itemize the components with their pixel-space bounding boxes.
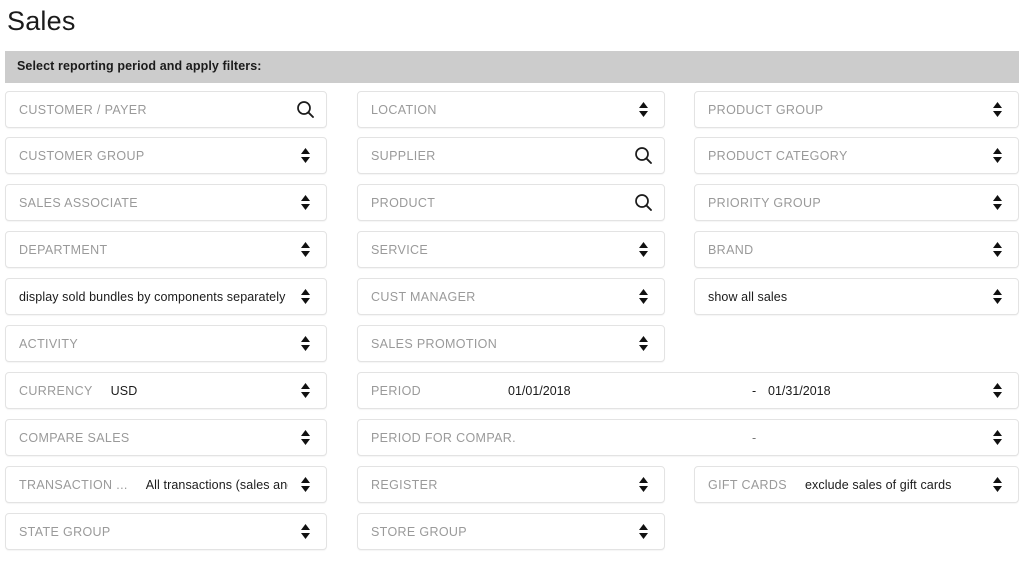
field-label: PRODUCT [371,195,436,210]
field-label: PERIOD FOR COMPAR. [371,430,516,445]
updown-spinner-icon[interactable] [626,240,660,259]
field-period-for-comparison[interactable]: PERIOD FOR COMPAR. - [357,419,1019,456]
field-label: ACTIVITY [19,336,79,351]
field-compare-sales[interactable]: COMPARE SALES [5,419,327,456]
field-priority-group[interactable]: PRIORITY GROUP [694,184,1019,221]
updown-spinner-icon[interactable] [980,240,1014,259]
field-value: exclude sales of gift cards [804,477,952,492]
field-brand[interactable]: BRAND [694,231,1019,268]
field-product-group[interactable]: PRODUCT GROUP [694,91,1019,128]
field-supplier[interactable]: SUPPLIER [357,137,665,174]
field-product[interactable]: PRODUCT [357,184,665,221]
field-label: CURRENCY [19,383,93,398]
updown-spinner-icon[interactable] [288,381,322,400]
updown-spinner-icon[interactable] [626,100,660,119]
field-label: DEPARTMENT [19,242,108,257]
field-label: BRAND [708,242,754,257]
updown-spinner-icon[interactable] [288,428,322,447]
field-label: TRANSACTION ... [19,477,128,492]
updown-spinner-icon[interactable] [980,428,1014,447]
updown-spinner-icon[interactable] [288,146,322,165]
field-value: display sold bundles by components separ… [19,289,286,304]
field-value: show all sales [708,289,788,304]
updown-spinner-icon[interactable] [626,522,660,541]
updown-spinner-icon[interactable] [980,146,1014,165]
updown-spinner-icon[interactable] [980,193,1014,212]
field-label: PRODUCT GROUP [708,102,824,117]
field-value: USD [110,383,138,398]
field-sales-scope[interactable]: show all sales [694,278,1019,315]
search-icon[interactable] [626,146,660,165]
field-bundle-display[interactable]: display sold bundles by components separ… [5,278,327,315]
field-label: PERIOD [371,383,422,398]
field-department[interactable]: DEPARTMENT [5,231,327,268]
field-store-group[interactable]: STORE GROUP [357,513,665,550]
updown-spinner-icon[interactable] [288,240,322,259]
field-service[interactable]: SERVICE [357,231,665,268]
field-label: CUSTOMER GROUP [19,148,145,163]
search-icon[interactable] [626,193,660,212]
field-label: STATE GROUP [19,524,111,539]
updown-spinner-icon[interactable] [288,193,322,212]
field-label: REGISTER [371,477,438,492]
field-label: SALES ASSOCIATE [19,195,138,210]
updown-spinner-icon[interactable] [980,381,1014,400]
field-label: LOCATION [371,102,437,117]
field-label: PRIORITY GROUP [708,195,822,210]
field-product-category[interactable]: PRODUCT CATEGORY [694,137,1019,174]
field-location[interactable]: LOCATION [357,91,665,128]
updown-spinner-icon[interactable] [288,475,322,494]
period-separator: - [752,383,757,398]
updown-spinner-icon[interactable] [626,334,660,353]
field-label: COMPARE SALES [19,430,130,445]
field-state-group[interactable]: STATE GROUP [5,513,327,550]
field-period[interactable]: PERIOD 01/01/2018 - 01/31/2018 [357,372,1019,409]
field-currency[interactable]: CURRENCY USD [5,372,327,409]
field-label: STORE GROUP [371,524,467,539]
filter-grid: CUSTOMER / PAYER CUSTOMER GROUP SALES AS… [0,91,1024,561]
field-label: CUST MANAGER [371,289,476,304]
page-title: Sales [7,6,76,36]
field-sales-associate[interactable]: SALES ASSOCIATE [5,184,327,221]
field-label: SERVICE [371,242,429,257]
field-sales-promotion[interactable]: SALES PROMOTION [357,325,665,362]
updown-spinner-icon[interactable] [980,475,1014,494]
field-activity[interactable]: ACTIVITY [5,325,327,362]
field-label: CUSTOMER / PAYER [19,102,147,117]
search-icon[interactable] [288,100,322,119]
field-label: SALES PROMOTION [371,336,498,351]
field-customer-group[interactable]: CUSTOMER GROUP [5,137,327,174]
updown-spinner-icon[interactable] [626,287,660,306]
updown-spinner-icon[interactable] [980,100,1014,119]
updown-spinner-icon[interactable] [626,475,660,494]
filter-instruction-bar: Select reporting period and apply filter… [5,51,1019,83]
field-gift-cards[interactable]: GIFT CARDS exclude sales of gift cards [694,466,1019,503]
field-cust-manager[interactable]: CUST MANAGER [357,278,665,315]
period-start-date[interactable]: 01/01/2018 [508,384,571,398]
filter-instruction-label: Select reporting period and apply filter… [17,59,262,73]
period-end-date[interactable]: 01/31/2018 [768,384,831,398]
field-register[interactable]: REGISTER [357,466,665,503]
updown-spinner-icon[interactable] [288,334,322,353]
field-customer-payer[interactable]: CUSTOMER / PAYER [5,91,327,128]
field-transaction-type[interactable]: TRANSACTION ... All transactions (sales … [5,466,327,503]
updown-spinner-icon[interactable] [980,287,1014,306]
updown-spinner-icon[interactable] [288,287,322,306]
field-value: All transactions (sales and returns) [145,477,288,492]
field-label: GIFT CARDS [708,477,787,492]
field-label: PRODUCT CATEGORY [708,148,848,163]
updown-spinner-icon[interactable] [288,522,322,541]
period-compar-separator: - [752,430,757,445]
field-label: SUPPLIER [371,148,436,163]
